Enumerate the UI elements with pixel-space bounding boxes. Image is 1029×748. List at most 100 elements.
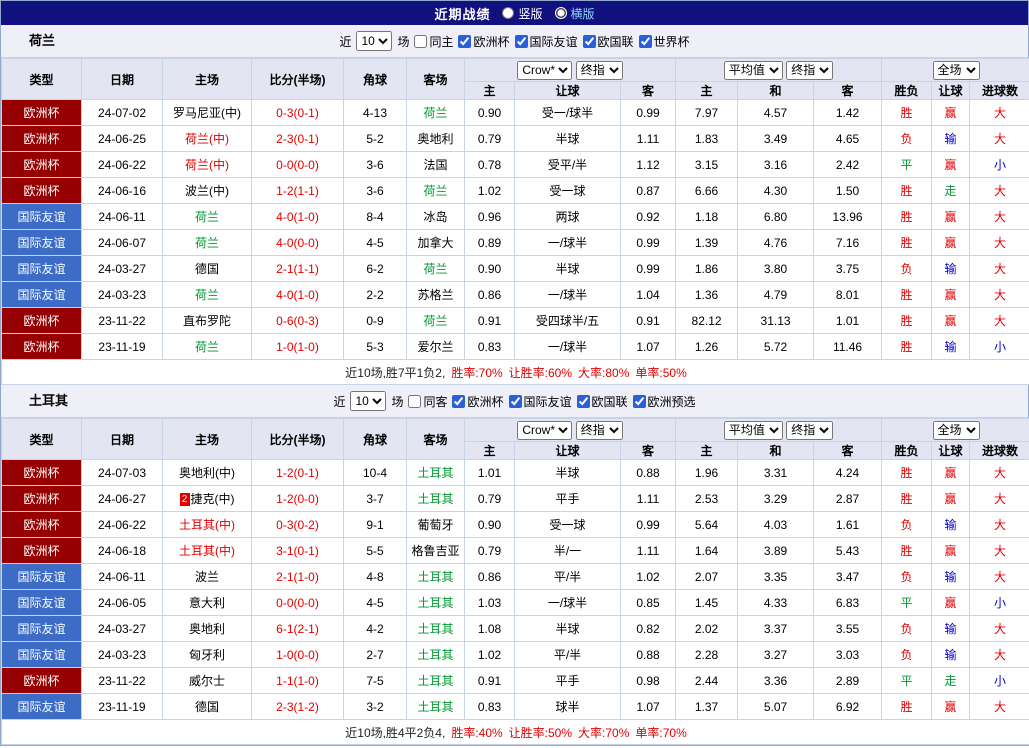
away-team-cell: 荷兰 bbox=[406, 307, 465, 334]
bookmaker-select[interactable]: Crow* bbox=[517, 420, 573, 440]
scope-select[interactable]: 全场 bbox=[932, 60, 980, 80]
avg-away-odds: 5.43 bbox=[813, 537, 883, 564]
red-card-icon: 2 bbox=[179, 493, 190, 507]
home-team-name[interactable]: 荷兰 bbox=[195, 210, 219, 224]
away-team-cell: 土耳其 bbox=[406, 693, 465, 720]
away-team-name[interactable]: 土耳其 bbox=[417, 700, 453, 714]
home-team-name[interactable]: 奥地利(中) bbox=[179, 466, 235, 480]
horizontal-view-radio[interactable] bbox=[554, 7, 567, 19]
home-team-name[interactable]: 捷克(中) bbox=[191, 492, 235, 506]
same-venue-option[interactable]: 同主 bbox=[414, 33, 453, 50]
home-team-name[interactable]: 威尔士 bbox=[189, 674, 225, 688]
corners: 4-13 bbox=[343, 99, 407, 126]
book-handicap: 一/球半 bbox=[514, 281, 621, 308]
away-team-name[interactable]: 奥地利 bbox=[417, 132, 453, 146]
competition-2-checkbox[interactable] bbox=[582, 34, 596, 48]
score: 2-1(1-1) bbox=[251, 255, 344, 282]
book-away-odds: 0.87 bbox=[619, 177, 677, 204]
recent-count-select[interactable]: 10 bbox=[356, 31, 393, 51]
match-row: 国际友谊 24-03-23 荷兰 4-0(1-0) 2-2 苏格兰 0.86 一/球半 1.04… bbox=[1, 281, 1029, 308]
avg-odds-time-select[interactable]: 终指 bbox=[786, 60, 834, 80]
same-venue-checkbox[interactable] bbox=[408, 394, 422, 408]
bookmaker-select[interactable]: Crow* bbox=[517, 60, 573, 80]
book-home-odds: 0.79 bbox=[464, 537, 515, 564]
away-team-name[interactable]: 土耳其 bbox=[417, 466, 453, 480]
view-option-horizontal[interactable]: 横版 bbox=[554, 5, 595, 22]
scope-select[interactable]: 全场 bbox=[932, 420, 980, 440]
home-team-name[interactable]: 德国 bbox=[195, 700, 219, 714]
same-venue-checkbox[interactable] bbox=[414, 34, 428, 48]
home-team-name[interactable]: 荷兰(中) bbox=[185, 132, 229, 146]
competition-1-option[interactable]: 国际友谊 bbox=[514, 33, 578, 50]
home-team-name[interactable]: 波兰 bbox=[195, 570, 219, 584]
handicap-result: 赢 bbox=[931, 459, 971, 486]
away-team-name[interactable]: 土耳其 bbox=[417, 570, 453, 584]
away-team-name[interactable]: 加拿大 bbox=[417, 236, 453, 250]
avg-odds-select[interactable]: 平均值 bbox=[723, 60, 783, 80]
competition-1-checkbox[interactable] bbox=[508, 394, 522, 408]
away-team-name[interactable]: 冰岛 bbox=[423, 210, 447, 224]
competition-2-option[interactable]: 欧国联 bbox=[582, 33, 634, 50]
competition-1-option[interactable]: 国际友谊 bbox=[508, 393, 572, 410]
handicap-result: 输 bbox=[931, 511, 971, 538]
book-home-odds: 1.03 bbox=[464, 589, 515, 616]
competition-3-option[interactable]: 欧洲预选 bbox=[632, 393, 696, 410]
competition-3-checkbox[interactable] bbox=[638, 34, 652, 48]
home-team-name[interactable]: 波兰(中) bbox=[185, 184, 229, 198]
avg-draw-odds: 4.76 bbox=[737, 229, 815, 256]
home-team-name[interactable]: 直布罗陀 bbox=[183, 314, 231, 328]
corners: 7-5 bbox=[343, 667, 407, 694]
competition-0-option[interactable]: 欧洲杯 bbox=[452, 393, 504, 410]
competition-0-checkbox[interactable] bbox=[458, 34, 472, 48]
home-team-name[interactable]: 匈牙利 bbox=[189, 648, 225, 662]
away-team-name[interactable]: 格鲁吉亚 bbox=[411, 544, 459, 558]
competition-0-option[interactable]: 欧洲杯 bbox=[458, 33, 510, 50]
away-team-name[interactable]: 荷兰 bbox=[423, 262, 447, 276]
home-team-name[interactable]: 罗马尼亚(中) bbox=[173, 106, 241, 120]
avg-odds-time-select[interactable]: 终指 bbox=[786, 420, 834, 440]
home-team-name[interactable]: 荷兰 bbox=[195, 340, 219, 354]
home-team-name[interactable]: 荷兰 bbox=[195, 236, 219, 250]
avg-odds-select[interactable]: 平均值 bbox=[723, 420, 783, 440]
home-team-name[interactable]: 荷兰 bbox=[195, 288, 219, 302]
away-team-name[interactable]: 土耳其 bbox=[417, 596, 453, 610]
competition-2-checkbox[interactable] bbox=[576, 394, 590, 408]
view-option-vertical[interactable]: 竖版 bbox=[502, 5, 543, 22]
book-handicap: 半球 bbox=[514, 615, 621, 642]
away-team-name[interactable]: 荷兰 bbox=[423, 106, 447, 120]
away-team-name[interactable]: 土耳其 bbox=[417, 648, 453, 662]
book-away-odds: 0.99 bbox=[619, 511, 677, 538]
vertical-view-radio[interactable] bbox=[502, 7, 515, 19]
home-team-name[interactable]: 意大利 bbox=[189, 596, 225, 610]
away-team-name[interactable]: 土耳其 bbox=[417, 674, 453, 688]
away-team-name[interactable]: 荷兰 bbox=[423, 184, 447, 198]
home-team-name[interactable]: 奥地利 bbox=[189, 622, 225, 636]
corners: 6-2 bbox=[343, 255, 407, 282]
competition-1-checkbox[interactable] bbox=[514, 34, 528, 48]
recent-count-select[interactable]: 10 bbox=[350, 391, 387, 411]
away-team-name[interactable]: 爱尔兰 bbox=[417, 340, 453, 354]
competition-3-checkbox[interactable] bbox=[632, 394, 646, 408]
match-date: 24-06-18 bbox=[81, 537, 163, 564]
home-team-name[interactable]: 土耳其(中) bbox=[179, 544, 235, 558]
match-date: 24-06-27 bbox=[81, 485, 163, 512]
home-team-name[interactable]: 荷兰(中) bbox=[185, 158, 229, 172]
avg-draw-odds: 3.31 bbox=[737, 459, 815, 486]
book-odds-time-select[interactable]: 终指 bbox=[575, 420, 623, 440]
away-team-cell: 土耳其 bbox=[406, 667, 465, 694]
match-row: 欧洲杯 24-06-22 土耳其(中) 0-3(0-2) 9-1 葡萄牙 0.90 受一球 0.… bbox=[1, 511, 1029, 538]
home-team-name[interactable]: 土耳其(中) bbox=[179, 518, 235, 532]
book-odds-time-select[interactable]: 终指 bbox=[575, 60, 623, 80]
away-team-name[interactable]: 法国 bbox=[423, 158, 447, 172]
competition-2-option[interactable]: 欧国联 bbox=[576, 393, 628, 410]
same-venue-option[interactable]: 同客 bbox=[408, 393, 447, 410]
away-team-name[interactable]: 苏格兰 bbox=[417, 288, 453, 302]
away-team-name[interactable]: 荷兰 bbox=[423, 314, 447, 328]
home-team-name[interactable]: 德国 bbox=[195, 262, 219, 276]
away-team-name[interactable]: 土耳其 bbox=[417, 622, 453, 636]
away-team-name[interactable]: 土耳其 bbox=[417, 492, 453, 506]
match-date: 23-11-22 bbox=[81, 667, 163, 694]
competition-0-checkbox[interactable] bbox=[452, 394, 466, 408]
competition-3-option[interactable]: 世界杯 bbox=[638, 33, 690, 50]
away-team-name[interactable]: 葡萄牙 bbox=[417, 518, 453, 532]
